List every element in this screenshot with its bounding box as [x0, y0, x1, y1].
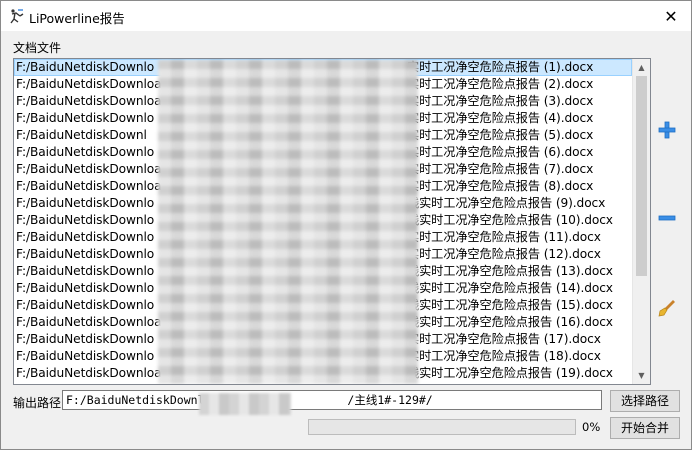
- minus-icon: [657, 208, 677, 231]
- file-name-end: 实时工况净空危险点报告 (12).docx: [407, 247, 601, 261]
- output-path-prefix: F:/BaiduNetdiskDownlo: [66, 393, 212, 407]
- file-name-end: 实时工况净空危险点报告 (7).docx: [407, 162, 594, 176]
- file-list[interactable]: F:/BaiduNetdiskDownlo 实时工况净空危险点报告 (1).doc…: [13, 58, 651, 385]
- output-path-suffix: /主线1#-129#/: [347, 393, 433, 407]
- scroll-up-arrow-icon[interactable]: ▲: [633, 59, 650, 76]
- clear-list-button[interactable]: [656, 298, 678, 320]
- file-name-end: 线实时工况净空危险点报告 (10).docx: [407, 213, 613, 227]
- progress-percent: 0%: [582, 420, 601, 434]
- brush-icon: [657, 298, 677, 321]
- file-name-end: 实时工况净空危险点报告 (8).docx: [407, 179, 594, 193]
- start-merge-button[interactable]: 开始合并: [610, 417, 680, 439]
- file-name-end: 实时工况净空危险点报告 (11).docx: [407, 230, 601, 244]
- progress-bar: [308, 419, 576, 435]
- file-name-end: 实时工况净空危险点报告 (3).docx: [407, 94, 594, 108]
- remove-file-button[interactable]: [656, 208, 678, 230]
- output-path-label: 输出路径: [13, 396, 62, 410]
- vertical-scrollbar[interactable]: ▲ ▼: [632, 59, 650, 384]
- file-name-end: 线实时工况净空危险点报告 (14).docx: [407, 281, 613, 295]
- file-name-end: 实时工况净空危险点报告 (6).docx: [407, 145, 594, 159]
- close-button[interactable]: ✕: [651, 1, 691, 31]
- file-name-end: 实时工况净空危险点报告 (1).docx: [407, 60, 594, 74]
- choose-path-button[interactable]: 选择路径: [610, 390, 680, 412]
- window-title: LiPowerline报告: [29, 11, 125, 26]
- add-file-button[interactable]: [656, 120, 678, 142]
- file-name-end: 线实时工况净空危险点报告 (19).docx: [407, 366, 613, 380]
- output-path-redacted: [199, 393, 291, 415]
- file-name-end: 实时工况净空危险点报告 (17).docx: [407, 332, 601, 346]
- file-name-end: 线实时工况净空危险点报告 (13).docx: [407, 264, 613, 278]
- docs-label: 文档文件: [13, 41, 62, 55]
- file-name-end: 实时工况净空危险点报告 (4).docx: [407, 111, 594, 125]
- file-name-end: 实时工况净空危险点报告 (5).docx: [407, 128, 594, 142]
- app-icon: [9, 8, 25, 24]
- title-bar: LiPowerline报告 ✕: [1, 1, 691, 31]
- file-name-end: 线实时工况净空危险点报告 (16).docx: [407, 315, 613, 329]
- file-name-end: 实时工况净空危险点报告 (2).docx: [407, 77, 594, 91]
- file-name-end: 线实时工况净空危险点报告 (9).docx: [407, 196, 606, 210]
- scrollbar-thumb[interactable]: [636, 76, 647, 276]
- scroll-down-arrow-icon[interactable]: ▼: [633, 367, 650, 384]
- close-icon: ✕: [664, 6, 678, 26]
- file-name-end: 实时工况净空危险点报告 (18).docx: [407, 349, 601, 363]
- plus-icon: [657, 120, 677, 143]
- output-path-input[interactable]: F:/BaiduNetdiskDownlo/主线1#-129#/: [62, 390, 602, 410]
- redacted-region: [158, 60, 418, 384]
- file-name-end: 线实时工况净空危险点报告 (15).docx: [407, 298, 613, 312]
- main-window: LiPowerline报告 ✕ 文档文件 F:/BaiduNetdiskDown…: [0, 0, 692, 450]
